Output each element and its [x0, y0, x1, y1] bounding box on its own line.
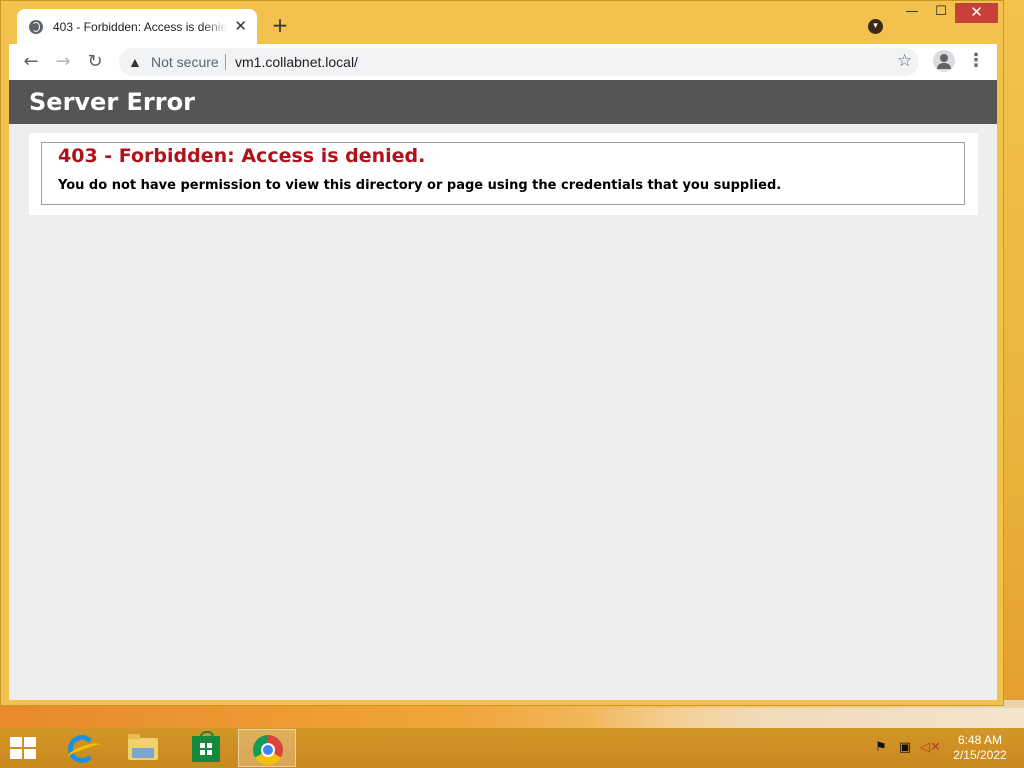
network-icon[interactable]: ▣	[897, 741, 913, 755]
error-description: You do not have permission to view this …	[58, 178, 782, 193]
clock-date: 2/15/2022	[953, 748, 1007, 762]
forward-icon[interactable]: →	[53, 52, 73, 72]
taskbar-app-chrome[interactable]	[238, 729, 296, 767]
url-text[interactable]: vm1.collabnet.local/	[235, 54, 358, 70]
error-content-box: 403 - Forbidden: Access is denied. You d…	[29, 133, 978, 215]
page-header: Server Error	[9, 80, 997, 124]
page-title: Server Error	[29, 88, 195, 116]
bookmark-star-icon[interactable]: ☆	[897, 51, 912, 71]
taskbar: ⚑ ▣ ◁✕ 6:48 AM 2/15/2022	[0, 728, 1024, 768]
clock-time: 6:48 AM	[957, 733, 1003, 747]
browser-menu-icon[interactable]: ⋮	[967, 51, 985, 73]
start-button[interactable]	[10, 737, 38, 761]
security-indicator[interactable]: Not secure	[151, 54, 219, 70]
ie-icon	[68, 735, 96, 763]
action-center-flag-icon[interactable]: ⚑	[873, 741, 889, 755]
volume-muted-icon[interactable]: ◁✕	[920, 741, 941, 755]
back-icon[interactable]: ←	[21, 52, 41, 72]
taskbar-app-ie[interactable]	[52, 729, 110, 767]
minimize-button[interactable]: —	[897, 3, 927, 23]
taskbar-app-file-explorer[interactable]	[114, 729, 172, 767]
profile-avatar-icon[interactable]	[933, 50, 955, 72]
error-fieldset: 403 - Forbidden: Access is denied. You d…	[41, 142, 965, 205]
taskbar-app-store[interactable]	[176, 729, 234, 767]
tab-title: 403 - Forbidden: Access is denied.	[53, 19, 229, 34]
browser-window: 403 - Forbidden: Access is denied. ✕ + ▾…	[0, 0, 1004, 706]
chrome-icon	[253, 735, 283, 765]
close-window-button[interactable]: ✕	[955, 3, 998, 23]
page-content: Server Error 403 - Forbidden: Access is …	[9, 80, 997, 700]
error-title: 403 - Forbidden: Access is denied.	[58, 145, 426, 167]
browser-toolbar: ← → ↻ ▲ Not secure vm1.collabnet.local/ …	[9, 44, 997, 80]
address-bar[interactable]: ▲ Not secure vm1.collabnet.local/ ☆	[119, 48, 919, 76]
maximize-button[interactable]: ☐	[927, 3, 955, 23]
title-bar: 403 - Forbidden: Access is denied. ✕ + ▾…	[1, 1, 1003, 44]
browser-tab[interactable]: 403 - Forbidden: Access is denied. ✕	[17, 9, 257, 44]
store-icon	[192, 731, 220, 762]
tab-search-icon[interactable]: ▾	[868, 19, 883, 34]
tab-close-icon[interactable]: ✕	[234, 19, 247, 34]
system-clock[interactable]: 6:48 AM 2/15/2022	[946, 733, 1014, 763]
folder-icon	[128, 734, 158, 760]
globe-icon	[29, 19, 43, 34]
warning-icon[interactable]: ▲	[128, 54, 142, 70]
new-tab-button[interactable]: +	[269, 15, 291, 37]
reload-icon[interactable]: ↻	[85, 52, 105, 72]
address-separator	[225, 54, 226, 70]
